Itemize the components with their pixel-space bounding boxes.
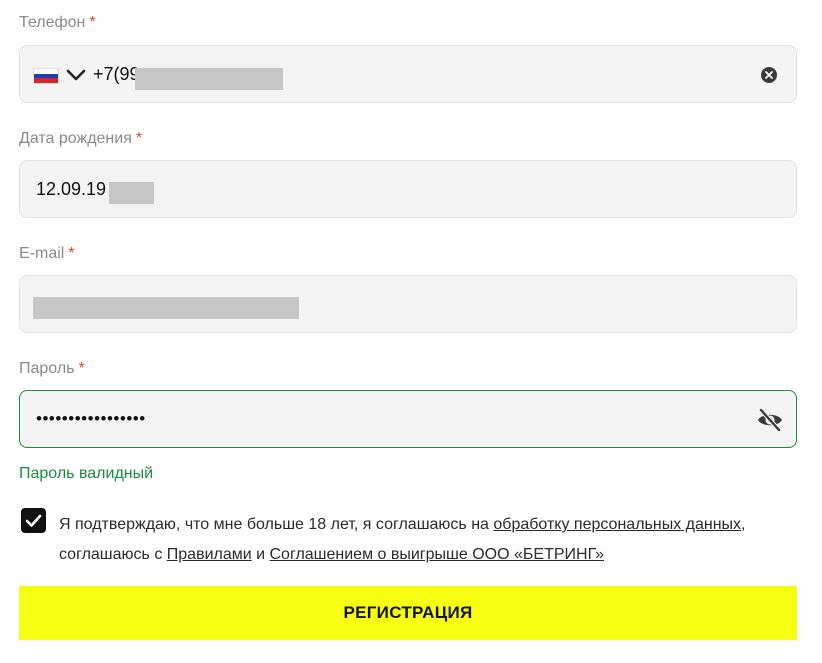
eye-off-icon[interactable] — [756, 407, 784, 433]
email-label: E-mail * — [19, 244, 75, 264]
phone-label: Телефон * — [19, 13, 96, 33]
password-input[interactable]: ••••••••••••••••• — [36, 391, 146, 447]
consent-checkbox[interactable] — [21, 508, 46, 533]
password-value: ••••••••••••••••• — [36, 409, 146, 428]
rules-link[interactable]: Правилами — [167, 546, 252, 563]
phone-input[interactable]: +7(99 — [93, 46, 140, 102]
birthdate-value: 12.09.19 — [36, 178, 107, 199]
chevron-down-icon[interactable] — [66, 66, 86, 84]
register-button[interactable]: РЕГИСТРАЦИЯ — [19, 586, 797, 640]
birthdate-redaction — [109, 182, 154, 204]
required-mark: * — [78, 360, 85, 377]
email-field[interactable] — [19, 275, 797, 333]
birthdate-label: Дата рождения * — [19, 129, 142, 149]
personal-data-link[interactable]: обработку персональных данных — [493, 516, 741, 533]
consent-text-part: Я подтверждаю, что мне больше 18 лет, я … — [59, 516, 494, 533]
required-mark: * — [89, 14, 96, 31]
consent-text: Я подтверждаю, что мне больше 18 лет, я … — [59, 510, 804, 570]
winnings-agreement-link[interactable]: Соглашением о выигрыше ООО «БЕТРИНГ» — [270, 546, 605, 563]
birthdate-input[interactable]: 12.09.19 — [36, 161, 106, 217]
email-redaction — [33, 297, 299, 319]
email-label-text: E-mail — [19, 245, 65, 262]
password-valid-hint: Пароль валидный — [19, 465, 154, 482]
phone-field[interactable]: +7(99 — [19, 45, 797, 103]
required-mark: * — [68, 245, 75, 262]
checkmark-icon — [25, 514, 42, 527]
password-label-text: Пароль — [19, 360, 75, 377]
phone-label-text: Телефон — [19, 14, 86, 31]
birthdate-label-text: Дата рождения — [19, 130, 132, 147]
clear-icon[interactable] — [760, 66, 778, 84]
password-label: Пароль * — [19, 359, 85, 379]
birthdate-field[interactable]: 12.09.19 — [19, 160, 797, 218]
consent-text-part: и — [251, 546, 270, 563]
password-field[interactable]: ••••••••••••••••• — [19, 390, 797, 448]
phone-value: +7(99 — [93, 63, 140, 84]
russia-flag-icon[interactable] — [34, 69, 58, 84]
required-mark: * — [135, 130, 143, 147]
phone-redaction — [135, 68, 283, 90]
